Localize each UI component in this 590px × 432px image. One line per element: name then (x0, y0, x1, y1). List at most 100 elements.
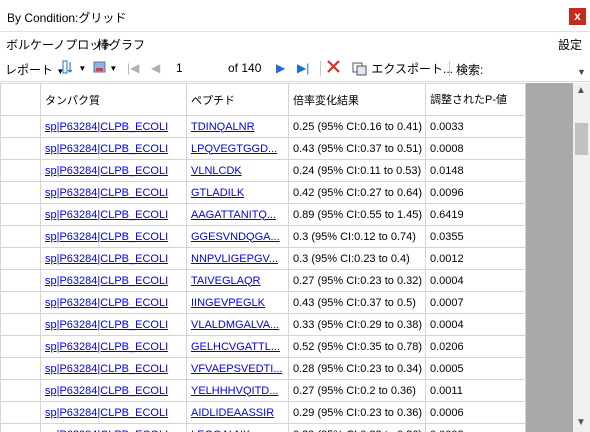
delete-button[interactable] (326, 59, 341, 77)
peptide-cell: YELHHHVQITD... (186, 379, 289, 402)
scroll-down-icon[interactable]: ▼ (576, 417, 586, 428)
column-picker-button[interactable]: ▼ (62, 60, 86, 77)
table-row[interactable]: sp|P63284|CLPB_ECOLI YELHHHVQITD... 0.27 (… (0, 379, 526, 402)
column-header-protein[interactable]: タンパク質 (40, 83, 187, 116)
row-header-cell[interactable] (0, 137, 41, 160)
protein-link[interactable]: sp|P63284|CLPB_ECOLI (45, 319, 168, 331)
page-number-input[interactable] (172, 59, 222, 77)
table-row[interactable]: sp|P63284|CLPB_ECOLI VLNLCDK 0.24 (95% CI:… (0, 159, 526, 182)
scroll-up-icon[interactable]: ▲ (576, 85, 586, 96)
protein-cell: sp|P63284|CLPB_ECOLI (40, 401, 187, 424)
toolbar-separator (320, 61, 321, 76)
row-header-cell[interactable] (0, 225, 41, 248)
peptide-link[interactable]: GELHCVGATTL... (191, 341, 280, 353)
peptide-link[interactable]: GGESVNDQGA... (191, 231, 280, 243)
table-row[interactable]: sp|P63284|CLPB_ECOLI GTLADILK 0.42 (95% CI… (0, 181, 526, 204)
peptide-cell: LPQVEGTGGD... (186, 137, 289, 160)
fold-change-cell: 0.43 (95% CI:0.37 to 0.51) (288, 137, 426, 160)
peptide-link[interactable]: LEGQALNK (191, 429, 250, 432)
row-header-cell[interactable] (0, 379, 41, 402)
row-header-cell[interactable] (0, 247, 41, 270)
protein-link[interactable]: sp|P63284|CLPB_ECOLI (45, 143, 168, 155)
table-row[interactable]: sp|P63284|CLPB_ECOLI VFVAEPSVEDTI... 0.28 … (0, 357, 526, 380)
protein-link[interactable]: sp|P63284|CLPB_ECOLI (45, 297, 168, 309)
table-row[interactable]: sp|P63284|CLPB_ECOLI VLALDMGALVA... 0.33 (… (0, 313, 526, 336)
table-row[interactable]: sp|P63284|CLPB_ECOLI LPQVEGTGGD... 0.43 (9… (0, 137, 526, 160)
peptide-link[interactable]: TDINQALNR (191, 121, 255, 133)
protein-link[interactable]: sp|P63284|CLPB_ECOLI (45, 407, 168, 419)
peptide-link[interactable]: TAIVEGLAQR (191, 275, 260, 287)
row-header-cell[interactable] (0, 313, 41, 336)
protein-link[interactable]: sp|P63284|CLPB_ECOLI (45, 165, 168, 177)
table-row[interactable]: sp|P63284|CLPB_ECOLI GGESVNDQGA... 0.3 (95… (0, 225, 526, 248)
peptide-link[interactable]: IINGEVPEGLK (191, 297, 265, 309)
toolbar-separator (449, 61, 450, 76)
toolbar-overflow-icon[interactable]: ▼ (575, 66, 588, 79)
fold-change-cell: 0.25 (95% CI:0.16 to 0.41) (288, 115, 426, 138)
column-header-peptide[interactable]: ペプチド (186, 83, 289, 116)
table-row[interactable]: sp|P63284|CLPB_ECOLI AAGATTANITQ... 0.89 (… (0, 203, 526, 226)
close-button[interactable]: x (569, 8, 586, 25)
table-row[interactable]: sp|P63284|CLPB_ECOLI TAIVEGLAQR 0.27 (95% … (0, 269, 526, 292)
row-header-cell[interactable] (0, 159, 41, 182)
peptide-link[interactable]: VLALDMGALVA... (191, 319, 279, 331)
peptide-cell: GGESVNDQGA... (186, 225, 289, 248)
scrollbar-thumb[interactable] (575, 123, 588, 155)
row-header-cell[interactable] (0, 269, 41, 292)
row-header-cell[interactable] (0, 335, 41, 358)
protein-link[interactable]: sp|P63284|CLPB_ECOLI (45, 341, 168, 353)
protein-link[interactable]: sp|P63284|CLPB_ECOLI (45, 429, 168, 432)
adjusted-p-cell: 0.0355 (425, 225, 526, 248)
first-page-icon[interactable]: |◀ (127, 61, 139, 75)
last-page-icon[interactable]: ▶| (297, 61, 309, 75)
protein-link[interactable]: sp|P63284|CLPB_ECOLI (45, 253, 168, 265)
table-row[interactable]: sp|P63284|CLPB_ECOLI GELHCVGATTL... 0.52 (… (0, 335, 526, 358)
adjusted-p-label: 調整されたP-値 (430, 93, 507, 106)
protein-link[interactable]: sp|P63284|CLPB_ECOLI (45, 363, 168, 375)
table-row[interactable]: sp|P63284|CLPB_ECOLI NNPVLIGEPGV... 0.3 (9… (0, 247, 526, 270)
protein-link[interactable]: sp|P63284|CLPB_ECOLI (45, 275, 168, 287)
search-label: 検索: (456, 63, 484, 77)
protein-link[interactable]: sp|P63284|CLPB_ECOLI (45, 209, 168, 221)
peptide-link[interactable]: VLNLCDK (191, 165, 242, 177)
peptide-link[interactable]: AIDLIDEAASSIR (191, 407, 274, 419)
peptide-cell: VFVAEPSVEDTI... (186, 357, 289, 380)
menu-settings[interactable]: 設定 (558, 36, 582, 53)
column-header-adjusted-p[interactable]: 調整されたP-値 (425, 83, 526, 116)
row-header-cell[interactable] (0, 401, 41, 424)
row-header-cell[interactable] (0, 357, 41, 380)
peptide-link[interactable]: AAGATTANITQ... (191, 209, 276, 221)
peptide-link[interactable]: GTLADILK (191, 187, 244, 199)
peptide-link[interactable]: YELHHHVQITD... (191, 385, 278, 397)
previous-page-icon[interactable]: ◀ (151, 61, 160, 75)
column-header-fold-change[interactable]: 倍率変化結果 (288, 83, 426, 116)
peptide-link[interactable]: NNPVLIGEPGV... (191, 253, 278, 265)
row-header-cell[interactable] (0, 203, 41, 226)
protein-cell: sp|P63284|CLPB_ECOLI (40, 203, 187, 226)
table-row[interactable]: sp|P63284|CLPB_ECOLI AIDLIDEAASSIR 0.29 (9… (0, 401, 526, 424)
next-page-icon[interactable]: ▶ (276, 61, 285, 75)
row-header-corner (0, 83, 41, 116)
row-header-cell[interactable] (0, 291, 41, 314)
protein-link[interactable]: sp|P63284|CLPB_ECOLI (45, 385, 168, 397)
menu-bar-chart[interactable]: 棒グラフ (97, 36, 145, 53)
protein-link[interactable]: sp|P63284|CLPB_ECOLI (45, 231, 168, 243)
row-header-cell[interactable] (0, 181, 41, 204)
row-header-cell[interactable] (0, 115, 41, 138)
table-row[interactable]: sp|P63284|CLPB_ECOLI TDINQALNR 0.25 (95% C… (0, 115, 526, 138)
adjusted-p-cell: 0.0206 (425, 335, 526, 358)
vertical-scrollbar[interactable]: ▲ ▼ (573, 83, 590, 432)
peptide-cell: GELHCVGATTL... (186, 335, 289, 358)
format-button[interactable]: ▼ (93, 60, 117, 77)
peptide-link[interactable]: LPQVEGTGGD... (191, 143, 277, 155)
report-dropdown[interactable]: レポート ▼ (5, 61, 64, 78)
table-row[interactable]: sp|P63284|CLPB_ECOLI IINGEVPEGLK 0.43 (95%… (0, 291, 526, 314)
table-row[interactable]: sp|P63284|CLPB_ECOLI LEGQALNK 0.29 (95% CI… (0, 423, 526, 432)
adjusted-p-cell: 0.0008 (425, 423, 526, 432)
protein-link[interactable]: sp|P63284|CLPB_ECOLI (45, 121, 168, 133)
export-button[interactable]: エクスポート... (352, 60, 453, 79)
protein-link[interactable]: sp|P63284|CLPB_ECOLI (45, 187, 168, 199)
peptide-link[interactable]: VFVAEPSVEDTI... (191, 363, 283, 375)
row-header-cell[interactable] (0, 423, 41, 432)
adjusted-p-cell: 0.0008 (425, 137, 526, 160)
